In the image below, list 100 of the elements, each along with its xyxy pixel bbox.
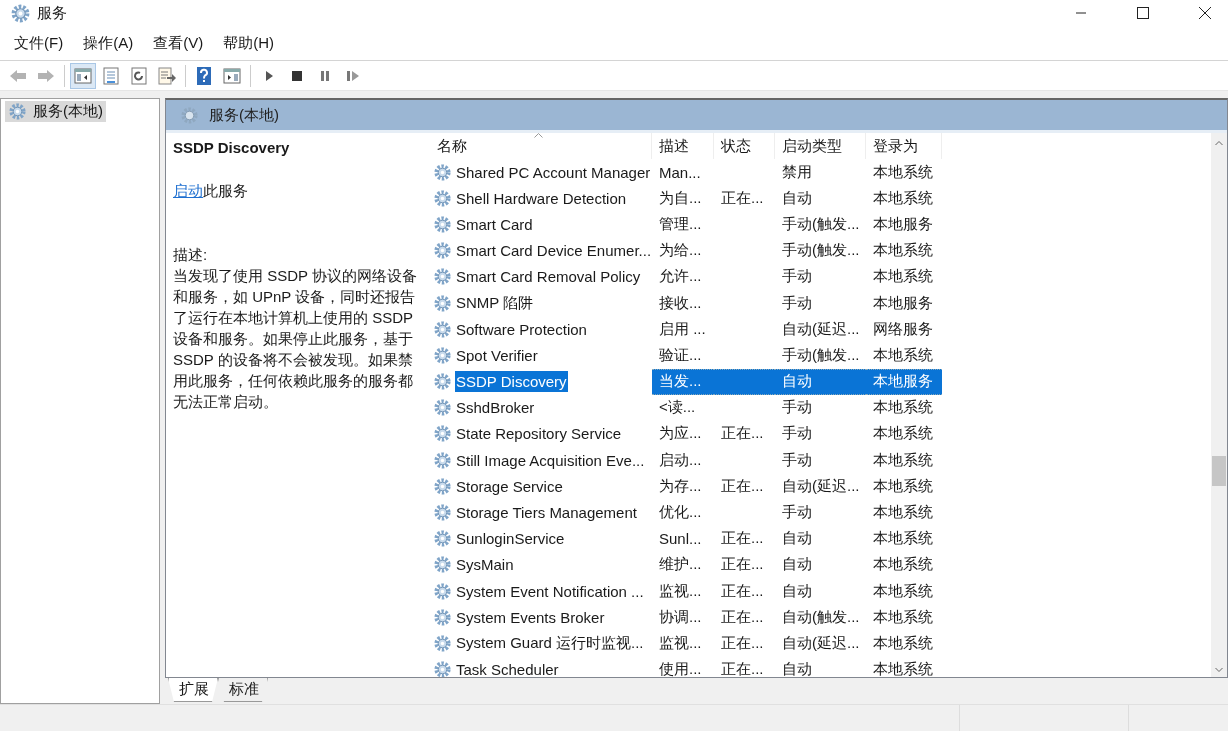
menu-item[interactable]: 查看(V) bbox=[153, 33, 204, 53]
table-cell-text: 本地系统 bbox=[872, 554, 934, 575]
properties-icon bbox=[101, 65, 121, 86]
table-cell-text: 验证... bbox=[658, 344, 703, 365]
table-cell-text: 监视... bbox=[658, 580, 703, 601]
menu-item[interactable]: 操作(A) bbox=[83, 33, 134, 53]
table-cell-text: 手动 bbox=[781, 449, 813, 470]
gear-icon bbox=[433, 450, 452, 470]
table-cell-text: 禁用 bbox=[781, 161, 813, 182]
gear-icon bbox=[433, 162, 452, 182]
tree-item[interactable]: 服务(本地) bbox=[5, 101, 106, 122]
service-name-cell[interactable]: Shell Hardware Detection bbox=[455, 187, 628, 209]
service-name-cell[interactable]: Still Image Acquisition Eve... bbox=[455, 449, 646, 471]
service-name-cell[interactable]: Storage Service bbox=[455, 475, 564, 497]
gear-icon bbox=[180, 105, 199, 125]
gear-icon bbox=[433, 607, 452, 627]
menu-item[interactable]: 文件(F) bbox=[14, 33, 64, 53]
table-cell-text: 为自... bbox=[658, 187, 703, 208]
table-cell-text: 为应... bbox=[658, 423, 703, 444]
table-cell-text: 手动(触发... bbox=[781, 344, 861, 365]
table-cell-text: 自动 bbox=[781, 659, 813, 677]
table-cell-text: <读... bbox=[658, 397, 697, 418]
toolbar-tree-button[interactable] bbox=[70, 62, 96, 89]
table-cell-text: 本地系统 bbox=[872, 240, 934, 261]
view-tab[interactable]: 标准 bbox=[218, 678, 268, 702]
service-name-cell[interactable]: Software Protection bbox=[455, 318, 588, 340]
table-cell-text: 本地系统 bbox=[872, 449, 934, 470]
service-name-cell[interactable]: System Events Broker bbox=[455, 606, 606, 628]
table-cell-text: 本地系统 bbox=[872, 161, 934, 182]
pane-title: 服务(本地) bbox=[209, 105, 279, 125]
service-name-cell[interactable]: System Event Notification ... bbox=[455, 580, 645, 602]
table-cell-text: 正在... bbox=[720, 580, 765, 601]
table-cell-text: 手动 bbox=[781, 423, 813, 444]
table-cell-text: 本地系统 bbox=[872, 528, 934, 549]
description-label: 描述: bbox=[173, 246, 209, 265]
table-cell-text: 正在... bbox=[720, 659, 765, 677]
table-cell-text: 本地系统 bbox=[872, 502, 934, 523]
gear-icon bbox=[433, 319, 452, 339]
table-cell-text: 本地服务 bbox=[872, 292, 934, 313]
view-tab[interactable]: 扩展 bbox=[168, 678, 218, 702]
table-cell-text: 自动(触发... bbox=[781, 606, 861, 627]
refresh-icon bbox=[129, 65, 149, 86]
start-link[interactable]: 启动 bbox=[173, 182, 203, 199]
service-name-cell[interactable]: Smart Card bbox=[455, 213, 534, 235]
table-cell-text: 优化... bbox=[658, 502, 703, 523]
service-name-cell[interactable]: Task Scheduler bbox=[455, 659, 560, 677]
column-header[interactable]: 描述 bbox=[652, 133, 714, 159]
service-name-cell[interactable]: SNMP 陷阱 bbox=[455, 291, 535, 315]
service-name-cell[interactable]: Smart Card Device Enumer... bbox=[455, 240, 653, 262]
service-name-cell[interactable]: System Guard 运行时监视... bbox=[455, 631, 645, 655]
column-header[interactable]: 状态 bbox=[714, 133, 775, 159]
table-cell-text: 正在... bbox=[720, 606, 765, 627]
service-name-cell[interactable]: SSDP Discovery bbox=[455, 371, 568, 393]
service-name-cell[interactable]: SysMain bbox=[455, 554, 515, 576]
table-cell-text: 正在... bbox=[720, 187, 765, 208]
table-cell-text: 正在... bbox=[720, 423, 765, 444]
table-cell-text: 启动... bbox=[658, 449, 703, 470]
table-cell-text: 为存... bbox=[658, 475, 703, 496]
table-cell-text: 本地系统 bbox=[872, 659, 934, 677]
table-cell-text: 本地系统 bbox=[872, 606, 934, 627]
service-name-cell[interactable]: Spot Verifier bbox=[455, 344, 539, 366]
window-title: 服务 bbox=[37, 3, 67, 23]
gear-icon bbox=[433, 503, 452, 523]
table-cell-text: 手动(触发... bbox=[781, 213, 861, 234]
scrollbar[interactable] bbox=[1211, 133, 1227, 677]
table-cell-text: 正在... bbox=[720, 554, 765, 575]
table-cell-text: 允许... bbox=[658, 266, 703, 287]
table-cell-text: 自动(延迟... bbox=[781, 632, 861, 653]
table-cell-text: 使用... bbox=[658, 659, 703, 677]
gear-icon bbox=[433, 345, 452, 365]
description-text: 当发现了使用 SSDP 协议的网络设备和服务，如 UPnP 设备，同时还报告了运行在本地计算机上使用的 SSDP 设备和服务。如果停止此服务，基于 SSDP 的设备将不会被发现。如果禁用此服务，任何依赖此服务的服务都无法正常启动。 bbox=[173, 266, 418, 412]
service-name-cell[interactable]: SunloginService bbox=[455, 528, 566, 550]
table-cell-text: 正在... bbox=[720, 632, 765, 653]
table-cell-text: 自动 bbox=[781, 528, 813, 549]
service-name-cell[interactable]: Storage Tiers Management bbox=[455, 502, 638, 524]
table-cell-text: 本地系统 bbox=[872, 632, 934, 653]
table-cell-text: 正在... bbox=[720, 475, 765, 496]
gear-icon bbox=[433, 214, 452, 234]
table-cell-text: 管理... bbox=[658, 213, 703, 234]
table-cell-text: 接收... bbox=[658, 292, 703, 313]
column-header[interactable]: 名称 bbox=[430, 133, 652, 159]
scroll-thumb[interactable] bbox=[1212, 456, 1226, 486]
table-cell-text: 本地系统 bbox=[872, 187, 934, 208]
menu-item[interactable]: 帮助(H) bbox=[223, 33, 274, 53]
service-name-cell[interactable]: State Repository Service bbox=[455, 423, 623, 445]
gear-icon bbox=[433, 372, 452, 392]
service-name-cell[interactable]: Smart Card Removal Policy bbox=[455, 266, 642, 288]
help-icon bbox=[194, 65, 214, 86]
table-cell-text: Sunl... bbox=[658, 529, 703, 550]
table-cell-text: 网络服务 bbox=[872, 318, 934, 339]
table-cell-text: 维护... bbox=[658, 554, 703, 575]
service-name-cell[interactable]: SshdBroker bbox=[455, 397, 536, 419]
table-cell-text: 为给... bbox=[658, 240, 703, 261]
table-cell: 当发... bbox=[652, 368, 714, 395]
service-name-cell[interactable]: Shared PC Account Manager bbox=[455, 161, 652, 183]
column-header[interactable]: 登录为 bbox=[866, 133, 942, 159]
table-cell-text: 本地系统 bbox=[872, 397, 934, 418]
table-cell-text: 本地系统 bbox=[872, 475, 934, 496]
table-cell-text: 手动 bbox=[781, 292, 813, 313]
column-header[interactable]: 启动类型 bbox=[775, 133, 866, 159]
